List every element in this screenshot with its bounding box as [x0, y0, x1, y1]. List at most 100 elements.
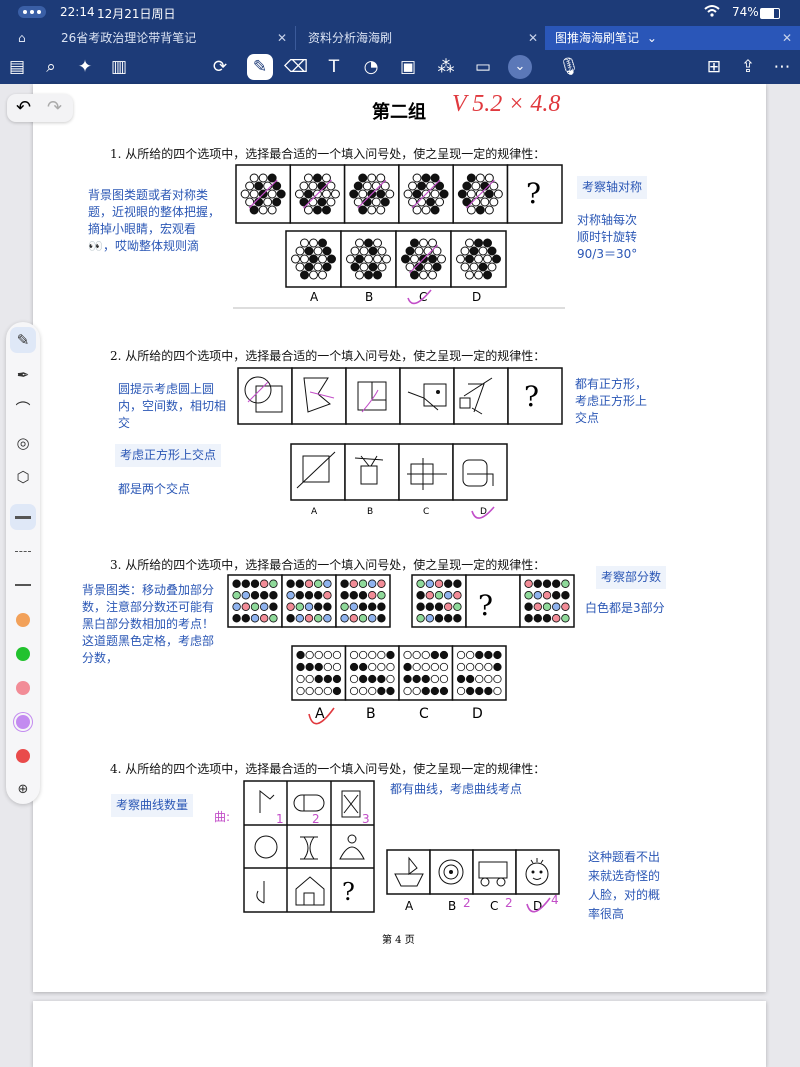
option-label: B [367, 507, 374, 517]
question-number: 4. [110, 762, 122, 776]
handwritten-note: 圆提示考虑圆上圆内，空间数，相切相交 [118, 382, 227, 430]
question-mark: ? [524, 380, 539, 413]
battery-percent: 74% [732, 5, 759, 19]
question-number: 3. [110, 558, 122, 572]
share-icon[interactable]: ⇪ [735, 54, 761, 80]
chevron-down-icon[interactable]: ⌄ [647, 31, 657, 45]
tab-data-analysis[interactable]: 资料分析海海刷 ✕ [295, 26, 546, 50]
color-red[interactable] [16, 749, 30, 763]
color-pink[interactable] [16, 681, 30, 695]
question-4: 4. 从所给的四个选项中，选择最合适的一个填入问号处，使之呈现一定的规律性： [110, 760, 545, 777]
chevron-down-icon[interactable]: ⌄ [508, 55, 532, 79]
tab-label: 26省考政治理论带背笔记 [61, 31, 197, 45]
option-label: A [311, 507, 318, 517]
fountain-pen-icon[interactable]: ✒ [10, 362, 36, 388]
option-label: D [472, 706, 483, 722]
q4-question-grid: ? [243, 780, 375, 913]
svg-text:?: ? [526, 177, 541, 210]
option-label: C [419, 706, 429, 722]
home-icon[interactable]: ⌂ [18, 26, 38, 50]
note-tag: 考察部分数 [596, 566, 667, 589]
answer-check-mark [471, 506, 495, 519]
note-tag: 考察曲线数量 [111, 794, 194, 817]
question-text: 从所给的四个选项中，选择最合适的一个填入问号处，使之呈现一定的规律性： [125, 558, 546, 572]
stroke-thick-option[interactable] [10, 504, 36, 530]
lasso-icon[interactable]: ⟳ [207, 54, 233, 80]
pen-icon[interactable]: ✎ [247, 54, 273, 80]
handwritten-note: 曲: [214, 810, 231, 824]
close-icon[interactable]: ✕ [782, 26, 792, 50]
divider [233, 307, 565, 309]
search-icon[interactable]: ⌕ [38, 54, 64, 80]
color-orange[interactable] [16, 613, 30, 627]
image-icon[interactable]: ▣ [395, 54, 421, 80]
handwritten-note: 背景图类题或者对称类题，近视眼的整体把握，摘掉小眼睛，宏观看👀，哎呦整体规则滴 [88, 188, 221, 253]
color-purple-selected[interactable] [16, 715, 30, 729]
option-label: A [310, 290, 319, 304]
option-label: B [366, 706, 376, 722]
next-notebook-page[interactable] [33, 1001, 766, 1067]
wifi-icon [704, 4, 720, 21]
question-1: 1. 从所给的四个选项中，选择最合适的一个填入问号处，使之呈现一定的规律性： [110, 145, 545, 162]
shapes-icon[interactable]: ◔ [358, 54, 384, 80]
q3-question-figures-right: ? [411, 574, 575, 628]
stroke-dashed-option[interactable] [15, 551, 31, 553]
undo-redo: ↶ ↷ [7, 94, 73, 122]
tab-figure-reasoning[interactable]: 图推海海刷笔记 ⌄ ✕ [545, 26, 800, 50]
pen-tool-icon[interactable]: ✎ [10, 327, 36, 353]
sidebar-icon[interactable]: ▤ [4, 54, 30, 80]
curve-count-mark: 4 [551, 893, 559, 907]
handwritten-note: 这种题看不出来就选奇怪的人脸，对的概率很高 [588, 850, 661, 921]
question-number: 2. [110, 349, 122, 363]
handwritten-note: 都有正方形，考虑正方形上交点 [575, 377, 648, 425]
page-title: 第二组 [372, 102, 426, 123]
add-color-icon[interactable]: ⊕ [10, 777, 36, 803]
add-page-icon[interactable]: ⊞ [701, 54, 727, 80]
highlighter-icon[interactable]: ⌒ [10, 396, 36, 422]
mic-icon[interactable]: 🎙 [552, 54, 586, 80]
option-label: B [365, 290, 374, 304]
note-icon[interactable]: ▭ [470, 54, 496, 80]
multitasking-dots-icon[interactable] [18, 6, 46, 18]
undo-icon[interactable]: ↶ [16, 97, 31, 118]
handwritten-note: 都是两个交点 [118, 482, 191, 496]
stroke-thin-option[interactable] [15, 584, 31, 586]
clock: 22:14 [60, 5, 95, 19]
color-green[interactable] [16, 647, 30, 661]
more-icon[interactable]: ⋯ [769, 54, 795, 80]
toolbar: ▤ ⌕ ✦ ▥ ⟳ ✎ ⌫ T ◔ ▣ ⁂ ▭ ⌄ 🎙 ⊞ ⇪ ⋯ [0, 50, 800, 84]
close-icon[interactable]: ✕ [528, 26, 538, 50]
question-mark: ? [342, 878, 355, 906]
option-label: C [490, 899, 499, 913]
option-label: A [405, 899, 414, 913]
status-bar: 22:14 12月21日周日 74% [0, 0, 800, 26]
curve-count-mark: 1 [276, 812, 284, 826]
note-tag: 考虑正方形上交点 [115, 444, 222, 467]
pen-palette: ✎ ✒ ⌒ ◎ ⬡ ⊕ [6, 322, 40, 804]
page-number: 第 4 页 [382, 935, 415, 946]
sparkle-icon[interactable]: ✦ [72, 54, 98, 80]
tab-politics-notes[interactable]: 26省考政治理论带背笔记 ✕ [45, 26, 295, 50]
sticker-icon[interactable]: ⁂ [433, 54, 459, 80]
shape-pen-icon[interactable]: ⬡ [10, 464, 36, 490]
date: 12月21日周日 [97, 7, 176, 21]
document-icon[interactable]: ▥ [106, 54, 132, 80]
q3-option-figures [291, 645, 507, 701]
question-mark: ? [478, 589, 493, 622]
answer-check-mark [526, 897, 551, 913]
eraser-icon[interactable]: ⌫ [283, 54, 309, 80]
question-text: 从所给的四个选项中，选择最合适的一个填入问号处，使之呈现一定的规律性： [125, 147, 546, 161]
textbox-icon[interactable]: T [321, 54, 347, 80]
tab-bar: ⌂ 26省考政治理论带背笔记 ✕ 资料分析海海刷 ✕ 图推海海刷笔记 ⌄ ✕ [0, 26, 800, 50]
curve-count-mark: 2 [312, 812, 320, 826]
tape-icon[interactable]: ◎ [10, 430, 36, 456]
q1-option-figures [285, 230, 507, 288]
redo-icon[interactable]: ↷ [47, 97, 62, 118]
handwritten-note: 都有曲线，考虑曲线考点 [390, 782, 523, 796]
option-label: C [423, 507, 430, 517]
question-number: 1. [110, 147, 122, 161]
close-icon[interactable]: ✕ [277, 26, 287, 50]
handwritten-note: 背景图类：移动叠加部分数，注意部分数还可能有黑白部分数相加的考点！这道题黑色定格… [82, 583, 215, 665]
answer-check-mark [308, 707, 335, 725]
note-tag: 考察轴对称 [577, 176, 648, 199]
